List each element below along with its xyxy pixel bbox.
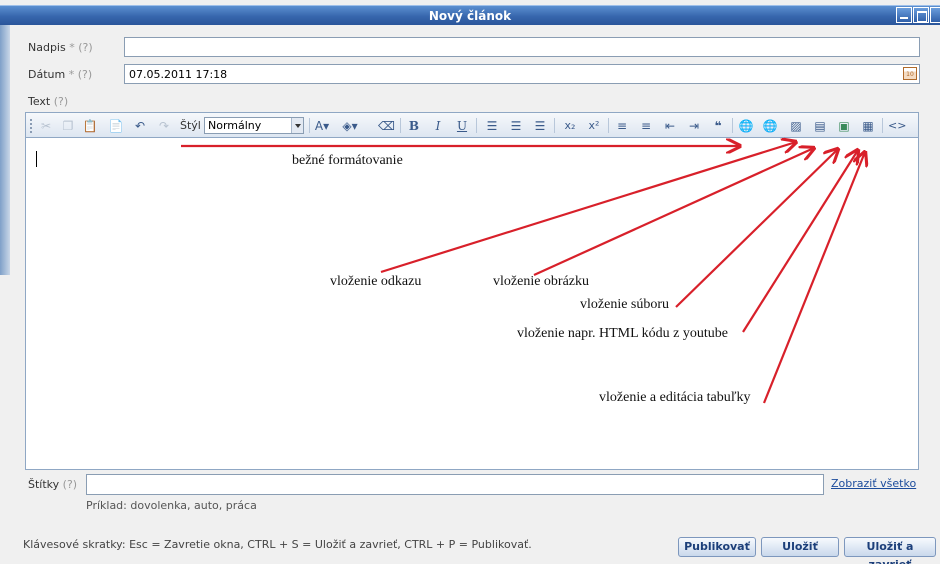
- remove-format-icon[interactable]: ⌫: [378, 118, 395, 134]
- superscript-icon[interactable]: x²: [586, 118, 602, 134]
- underline-icon[interactable]: U: [454, 118, 470, 134]
- outdent-icon[interactable]: ⇤: [662, 118, 678, 134]
- bulleted-list-icon[interactable]: ≡: [638, 118, 654, 134]
- text-caret: [36, 151, 37, 167]
- image-icon[interactable]: ▨: [788, 118, 804, 134]
- toolbar-separator: [476, 118, 477, 133]
- toolbar-separator: [554, 118, 555, 133]
- toolbar-separator: [732, 118, 733, 133]
- tags-label: Štítky (?): [28, 478, 77, 491]
- save-close-button[interactable]: Uložiť a zavrieť: [844, 537, 936, 564]
- indent-icon[interactable]: ⇥: [686, 118, 702, 134]
- title-label: Nadpis * (?): [28, 41, 93, 54]
- text-label-text: Text: [28, 95, 51, 108]
- keyboard-shortcuts-hint: Klávesové skratky: Esc = Zavretie okna, …: [23, 538, 532, 551]
- annotation-file: vloženie súboru: [580, 297, 670, 312]
- help-link[interactable]: (?): [63, 478, 77, 491]
- title-bar[interactable]: Nový článok: [0, 5, 940, 25]
- toolbar-separator: [309, 118, 310, 133]
- bg-color-icon[interactable]: ◈▾: [340, 118, 360, 134]
- title-label-text: Nadpis: [28, 41, 66, 54]
- unlink-icon[interactable]: 🌐: [762, 118, 778, 134]
- help-link[interactable]: (?): [78, 68, 92, 81]
- date-label-text: Dátum: [28, 68, 66, 81]
- table-icon[interactable]: ▦: [860, 118, 876, 134]
- background-strip: [0, 25, 10, 275]
- editor-toolbar: ✂ ❐ 📋 📄 ↶ ↷ Štýl Normálny A▾ ◈▾ ⌫ B I U …: [26, 113, 918, 138]
- tags-example: Príklad: dovolenka, auto, práca: [86, 499, 257, 512]
- italic-icon[interactable]: I: [430, 118, 446, 134]
- date-input[interactable]: 07.05.2011 17:18: [124, 64, 920, 84]
- rich-text-editor[interactable]: ✂ ❐ 📋 📄 ↶ ↷ Štýl Normálny A▾ ◈▾ ⌫ B I U …: [25, 112, 919, 470]
- calendar-icon[interactable]: 10: [903, 67, 917, 80]
- article-dialog: Nový článok Nadpis * (?) Dátum * (?) 07.…: [0, 0, 940, 564]
- bold-icon[interactable]: B: [406, 118, 422, 134]
- undo-icon[interactable]: ↶: [132, 118, 148, 134]
- source-icon[interactable]: <>: [888, 118, 906, 134]
- date-label: Dátum * (?): [28, 68, 92, 81]
- tags-input[interactable]: [86, 474, 824, 495]
- link-icon[interactable]: 🌐: [738, 118, 754, 134]
- blockquote-icon[interactable]: ❝: [710, 118, 726, 134]
- align-center-icon[interactable]: ☰: [508, 118, 524, 134]
- title-input[interactable]: [124, 37, 920, 57]
- style-select[interactable]: Normálny: [204, 117, 304, 134]
- save-button[interactable]: Uložiť: [761, 537, 839, 557]
- copy-icon[interactable]: ❐: [60, 118, 76, 134]
- toolbar-grip[interactable]: [30, 119, 32, 133]
- numbered-list-icon[interactable]: ≡: [614, 118, 630, 134]
- publish-button[interactable]: Publikovať: [678, 537, 756, 557]
- annotation-image: vloženie obrázku: [493, 274, 590, 289]
- toolbar-separator: [882, 118, 883, 133]
- redo-icon[interactable]: ↷: [156, 118, 172, 134]
- help-link[interactable]: (?): [78, 41, 92, 54]
- align-right-icon[interactable]: ☰: [532, 118, 548, 134]
- close-button[interactable]: [930, 7, 940, 23]
- paste-icon[interactable]: 📋: [82, 118, 98, 134]
- paste-word-icon[interactable]: 📄: [108, 118, 124, 134]
- annotation-link: vloženie odkazu: [330, 274, 422, 289]
- font-color-icon[interactable]: A▾: [313, 118, 331, 134]
- cut-icon[interactable]: ✂: [38, 118, 54, 134]
- maximize-button[interactable]: [913, 7, 929, 23]
- required-mark: *: [69, 41, 75, 54]
- help-link[interactable]: (?): [54, 95, 68, 108]
- chevron-down-icon[interactable]: [291, 118, 303, 133]
- style-select-value: Normálny: [208, 119, 262, 132]
- minimize-button[interactable]: [896, 7, 912, 23]
- annotation-table: vloženie a editácia tabuľky: [599, 390, 751, 405]
- annotation-html: vloženie napr. HTML kódu z youtube: [517, 326, 728, 341]
- required-mark: *: [68, 68, 75, 81]
- window-title: Nový článok: [428, 9, 512, 23]
- show-all-link[interactable]: Zobraziť všetko: [831, 477, 916, 490]
- text-label: Text (?): [28, 95, 68, 108]
- annotation-formatting: bežné formátovanie: [292, 153, 403, 168]
- file-icon[interactable]: ▤: [812, 118, 828, 134]
- media-icon[interactable]: ▣: [836, 118, 852, 134]
- align-left-icon[interactable]: ☰: [484, 118, 500, 134]
- style-label: Štýl: [180, 119, 201, 132]
- toolbar-separator: [608, 118, 609, 133]
- tags-label-text: Štítky: [28, 478, 60, 491]
- subscript-icon[interactable]: x₂: [562, 118, 578, 134]
- toolbar-separator: [400, 118, 401, 133]
